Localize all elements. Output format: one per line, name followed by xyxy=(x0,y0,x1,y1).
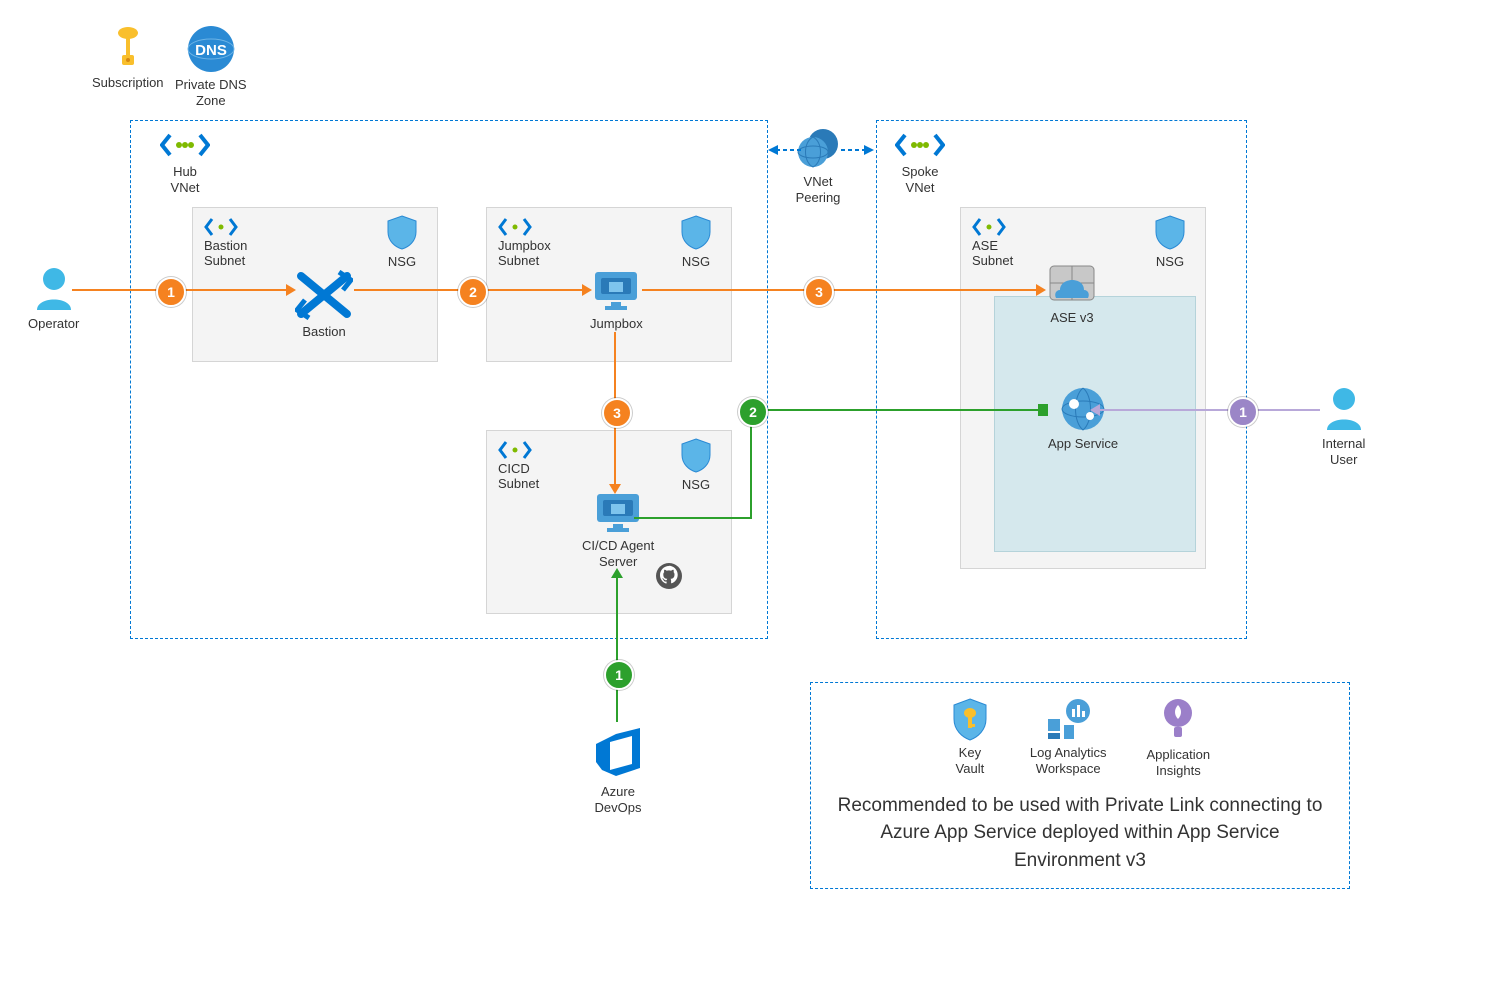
cicd-nsg: NSG xyxy=(680,437,712,493)
operator-label: Operator xyxy=(28,316,79,332)
operator-icon: Operator xyxy=(28,266,79,332)
jumpbox-label: Jumpbox xyxy=(590,316,643,332)
arrow xyxy=(1038,404,1048,416)
ase-icon: ASE v3 xyxy=(1048,264,1096,326)
peering-label: VNet Peering xyxy=(796,174,841,207)
bastion-label: Bastion xyxy=(302,324,345,340)
app-service-label: App Service xyxy=(1048,436,1118,452)
nsg-label: NSG xyxy=(682,477,710,493)
arrow xyxy=(609,484,621,494)
svg-text:DNS: DNS xyxy=(195,42,227,59)
log-analytics-icon: Log Analytics Workspace xyxy=(1030,697,1107,780)
flow-cicd-v xyxy=(750,411,752,519)
internal-user-icon: Internal User xyxy=(1322,386,1365,469)
hub-vnet-label: Hub VNet xyxy=(171,164,200,197)
spoke-vnet-icon: Spoke VNet xyxy=(895,130,945,197)
arrow xyxy=(582,284,592,296)
step-1-green: 1 xyxy=(604,660,634,690)
hub-vnet-icon: Hub VNet xyxy=(160,130,210,197)
cicd-subnet-header: CICD Subnet xyxy=(498,439,539,491)
flow-cicd-h1 xyxy=(634,517,752,519)
flow-jumpbox-ase xyxy=(642,289,1038,291)
peering-arrows xyxy=(766,140,876,160)
app-service-icon: App Service xyxy=(1048,386,1118,452)
ase-subnet-label: ASE Subnet xyxy=(972,238,1013,268)
ase-label: ASE v3 xyxy=(1050,310,1093,326)
step-3a-orange: 3 xyxy=(804,277,834,307)
ase-nsg: NSG xyxy=(1154,214,1186,270)
jumpbox-nsg: NSG xyxy=(680,214,712,270)
cicd-subnet-label: CICD Subnet xyxy=(498,461,539,491)
arrow xyxy=(286,284,296,296)
bastion-subnet-label: Bastion Subnet xyxy=(204,238,247,268)
nsg-label: NSG xyxy=(682,254,710,270)
jumpbox-subnet-label: Jumpbox Subnet xyxy=(498,238,551,268)
subscription-label: Subscription xyxy=(92,75,164,91)
jumpbox-subnet-header: Jumpbox Subnet xyxy=(498,216,551,268)
bastion-subnet-header: Bastion Subnet xyxy=(204,216,247,268)
pdz-label: Private DNS Zone xyxy=(175,77,247,110)
recommendation-box: Key Vault Log Analytics Workspace Applic… xyxy=(810,682,1350,889)
jumpbox-icon: Jumpbox xyxy=(590,268,643,332)
arrow xyxy=(1036,284,1046,296)
bastion-icon: Bastion xyxy=(295,270,353,340)
subscription-icon: Subscription xyxy=(92,25,164,91)
azure-devops-icon: Azure DevOps xyxy=(588,724,648,817)
arrow xyxy=(611,568,623,578)
nsg-label: NSG xyxy=(388,254,416,270)
step-2-orange: 2 xyxy=(458,277,488,307)
flow-cicd-h2 xyxy=(750,409,1040,411)
app-insights-icon: Application Insights xyxy=(1147,697,1211,780)
step-2-green: 2 xyxy=(738,397,768,427)
flow-user-app xyxy=(1098,409,1320,411)
step-1-purple: 1 xyxy=(1228,397,1258,427)
cicd-label: CI/CD Agent Server xyxy=(582,538,654,571)
recommendation-text: Recommended to be used with Private Link… xyxy=(835,792,1325,875)
nsg-label: NSG xyxy=(1156,254,1184,270)
private-dns-zone-icon: DNS Private DNS Zone xyxy=(175,25,247,110)
step-1-orange: 1 xyxy=(156,277,186,307)
kv-label: Key Vault xyxy=(956,745,985,778)
flow-devops-cicd xyxy=(616,576,618,722)
azure-devops-label: Azure DevOps xyxy=(595,784,642,817)
bastion-nsg: NSG xyxy=(386,214,418,270)
spoke-vnet-label: Spoke VNet xyxy=(902,164,939,197)
arrow xyxy=(1090,404,1100,416)
step-3b-orange: 3 xyxy=(602,398,632,428)
github-icon xyxy=(655,562,683,590)
internal-user-label: Internal User xyxy=(1322,436,1365,469)
ai-label: Application Insights xyxy=(1147,747,1211,780)
law-label: Log Analytics Workspace xyxy=(1030,745,1107,778)
keyvault-icon: Key Vault xyxy=(950,697,990,780)
ase-subnet-header: ASE Subnet xyxy=(972,216,1013,268)
cicd-agent-icon: CI/CD Agent Server xyxy=(582,490,654,571)
